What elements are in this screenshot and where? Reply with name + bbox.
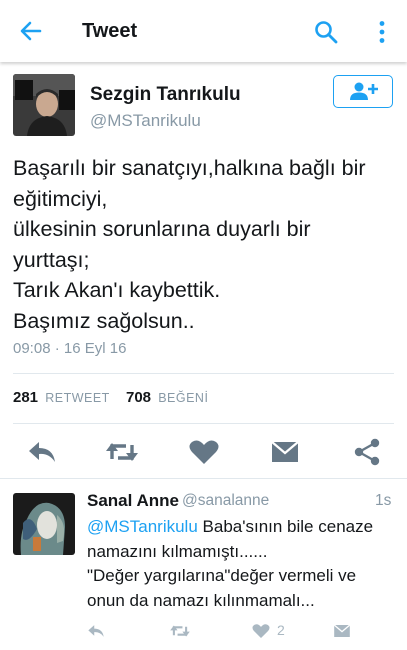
retweet-icon[interactable] [104, 437, 140, 467]
page-title: Tweet [82, 20, 138, 42]
follow-button[interactable] [333, 75, 393, 108]
retweet-icon[interactable] [169, 621, 191, 641]
reply-author-name[interactable]: Sanal Anne [87, 491, 179, 511]
author-name[interactable]: Sezgin Tanrıkulu [90, 84, 241, 106]
tweet-stats: 281 RETWEET 708 BEĞENİ [13, 389, 208, 406]
like-count: 708 [125, 389, 152, 406]
heart-icon[interactable] [251, 621, 271, 641]
tweet-text-line: Başarılı bir sanatçıyı,halkına bağlı bir [13, 156, 366, 180]
reply-icon[interactable] [25, 437, 59, 467]
reply-text-line: namazını kılmamıştı...... [87, 541, 268, 561]
divider [0, 478, 407, 479]
share-icon[interactable] [352, 437, 382, 467]
retweet-count: 281 [13, 389, 39, 406]
reply-mention-link[interactable]: @MSTanrikulu [87, 517, 198, 536]
like-label: BEĞENİ [158, 391, 209, 405]
reply-like-count: 2 [277, 622, 285, 638]
tweet-text-line: Tarık Akan'ı kaybettik. [13, 278, 221, 302]
direct-message-icon[interactable] [333, 621, 351, 641]
tweet-text-line: eğitimciyi, [13, 186, 108, 211]
direct-message-icon[interactable] [270, 437, 300, 467]
reply-author-handle[interactable]: @sanalanne [182, 492, 269, 510]
author-avatar[interactable] [13, 74, 75, 136]
retweet-stat[interactable]: 281 RETWEET [13, 389, 110, 406]
like-stat[interactable]: 708 BEĞENİ [126, 389, 208, 406]
reply-time: 1s [375, 492, 392, 509]
tweet-timestamp: 09:08 · 16 Eyl 16 [13, 340, 127, 357]
reply-icon[interactable] [86, 621, 106, 641]
divider [13, 373, 394, 374]
author-handle[interactable]: @MSTanrikulu [90, 111, 201, 131]
reply-text-line: "Değer yargılarına"değer vermeli ve [87, 566, 357, 585]
tweet-text: Başarılı bir sanatçıyı,halkına bağlı bir… [13, 153, 398, 336]
more-vertical-icon[interactable] [372, 19, 392, 45]
tweet-text-line: ülkesinin sorunlarına duyarlı bir [13, 217, 311, 241]
back-arrow-icon[interactable] [18, 18, 44, 44]
retweet-label: RETWEET [45, 391, 110, 405]
heart-icon[interactable] [187, 437, 221, 467]
search-icon[interactable] [313, 19, 339, 45]
reply-author-avatar[interactable] [13, 493, 75, 555]
tweet-text-line: Başımız sağolsun.. [13, 308, 195, 333]
tweet-text-line: yurttaşı; [13, 247, 90, 272]
reply-text-line: @MSTanrikulu Baba'sının bile cenaze [87, 515, 399, 540]
reply-text: @MSTanrikulu Baba'sının bile cenaze nama… [87, 515, 399, 613]
top-app-bar: Tweet [0, 0, 407, 62]
follow-user-plus-icon [350, 82, 378, 100]
reply-text-line: onun da namazı kılınmamalı... [87, 590, 315, 610]
divider [13, 423, 394, 424]
reply-text-segment: Baba'sının bile cenaze [197, 517, 374, 536]
